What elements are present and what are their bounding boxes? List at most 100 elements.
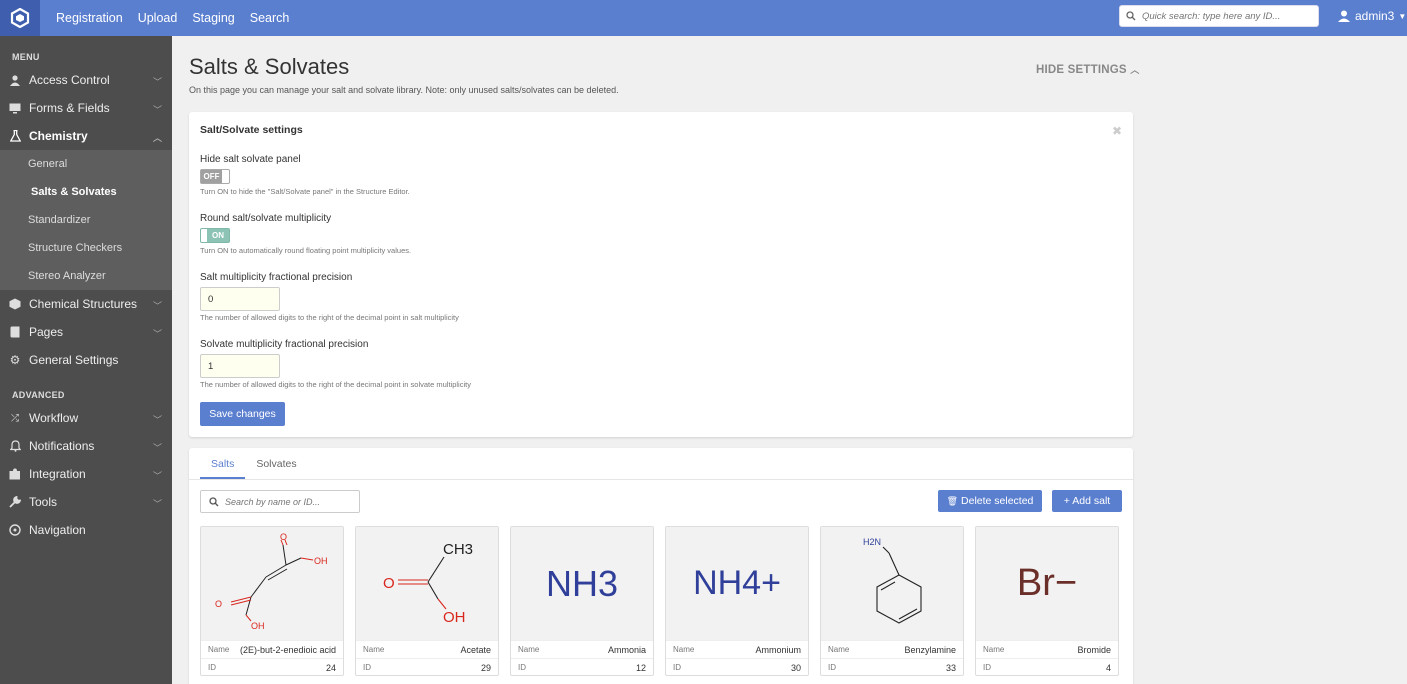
salt-precision-label: Salt multiplicity fractional precision: [200, 272, 353, 283]
cube-icon: [9, 298, 21, 310]
tile-name-row: Name Acetate: [356, 640, 498, 658]
salt-id: 12: [635, 662, 646, 673]
sidebar-item-chemistry[interactable]: Chemistry ︿: [0, 122, 172, 150]
chevron-up-icon: ︿: [152, 133, 162, 143]
search-icon: [1126, 11, 1136, 21]
salt-tile[interactable]: H2N Name Benzylamine ID 33: [820, 526, 964, 676]
sidebar-item-label: Notifications: [29, 439, 95, 453]
library-search-input[interactable]: [225, 496, 355, 507]
round-toggle[interactable]: ON: [200, 228, 230, 243]
user-menu[interactable]: admin3 ▼: [1338, 0, 1406, 32]
salt-id: 29: [480, 662, 491, 673]
name-label: Name: [518, 645, 540, 654]
sidebar-subitem-salts-solvates[interactable]: Salts & Solvates: [0, 178, 172, 206]
hide-panel-toggle[interactable]: OFF: [200, 169, 230, 184]
sidebar-item-tools[interactable]: Tools ﹀: [0, 488, 172, 516]
round-help: Turn ON to automatically round floating …: [200, 246, 412, 255]
close-icon[interactable]: ✖: [1112, 124, 1122, 138]
id-label: ID: [673, 663, 681, 672]
sidebar-item-chemical-structures[interactable]: Chemical Structures ﹀: [0, 290, 172, 318]
chevron-down-icon: ﹀: [152, 499, 162, 509]
monitor-icon: [9, 102, 21, 114]
hide-settings-label: HIDE SETTINGS: [1036, 64, 1127, 76]
delete-selected-button[interactable]: 🗑 Delete selected: [938, 490, 1042, 512]
sidebar-subitem-stereo-analyzer[interactable]: Stereo Analyzer: [0, 262, 172, 290]
library-card: Salts Solvates 🗑 Delete selected + Add s…: [189, 448, 1133, 684]
sidebar-item-navigation[interactable]: Navigation: [0, 516, 172, 544]
tile-id-row: ID 24: [201, 658, 343, 676]
toggle-state: OFF: [201, 170, 222, 183]
logo-icon: [10, 8, 30, 28]
sidebar-item-label: Tools: [29, 495, 58, 509]
structure-image: NH4+: [666, 527, 808, 640]
sidebar-item-label: Forms & Fields: [29, 101, 110, 115]
structure-image: Br−: [976, 527, 1118, 640]
nav-registration[interactable]: Registration: [56, 11, 123, 25]
salt-precision-input[interactable]: [200, 287, 280, 311]
id-label: ID: [983, 663, 991, 672]
salt-name: Ammonia: [607, 644, 646, 655]
benzylamine-nh2: H2N: [863, 537, 881, 547]
tab-solvates[interactable]: Solvates: [245, 448, 307, 479]
nav-search[interactable]: Search: [250, 11, 290, 25]
salt-name: Ammonium: [755, 644, 801, 655]
sidebar-subitem-general[interactable]: General: [0, 150, 172, 178]
sidebar-item-pages[interactable]: Pages ﹀: [0, 318, 172, 346]
sidebar-subitem-structure-checkers[interactable]: Structure Checkers: [0, 234, 172, 262]
nav-upload[interactable]: Upload: [138, 11, 178, 25]
tile-name-row: Name Benzylamine: [821, 640, 963, 658]
chevron-down-icon: ﹀: [152, 415, 162, 425]
menu-heading: MENU: [12, 52, 40, 62]
tile-id-row: ID 33: [821, 658, 963, 676]
sidebar-item-general-settings[interactable]: ⚙ General Settings: [0, 346, 172, 374]
salt-tile[interactable]: CH3 O OH Name Acetate ID 29: [355, 526, 499, 676]
sidebar-item-label: Chemical Structures: [29, 297, 138, 311]
tab-salts[interactable]: Salts: [200, 448, 246, 479]
tabs-divider: [189, 479, 1133, 480]
tile-name-row: Name (2E)-but-2-enedioic acid: [201, 640, 343, 658]
round-label: Round salt/solvate multiplicity: [200, 213, 332, 224]
sidebar-item-label: Chemistry: [29, 129, 88, 143]
search-icon: [209, 496, 219, 506]
salt-name: Benzylamine: [904, 644, 956, 655]
quick-search-input[interactable]: [1142, 10, 1302, 22]
salt-tile[interactable]: NH4+ Name Ammonium ID 30: [665, 526, 809, 676]
chevron-down-icon: ﹀: [152, 471, 162, 481]
sidebar-item-workflow[interactable]: ⤮ Workflow ﹀: [0, 404, 172, 432]
users-icon: [9, 74, 21, 86]
add-salt-button[interactable]: + Add salt: [1052, 490, 1122, 512]
settings-title: Salt/Solvate settings: [200, 124, 303, 136]
save-changes-button[interactable]: Save changes: [200, 402, 285, 426]
sidebar-item-integration[interactable]: Integration ﹀: [0, 460, 172, 488]
app-logo[interactable]: [0, 0, 40, 36]
compass-icon: [9, 524, 21, 536]
acetate-o: O: [383, 575, 395, 592]
sidebar-subitem-standardizer[interactable]: Standardizer: [0, 206, 172, 234]
tile-name-row: Name Ammonia: [511, 640, 653, 658]
library-search[interactable]: [200, 490, 360, 513]
sidebar-item-forms-fields[interactable]: Forms & Fields ﹀: [0, 94, 172, 122]
salt-tile[interactable]: NH3 Name Ammonia ID 12: [510, 526, 654, 676]
name-label: Name: [208, 645, 230, 654]
sidebar-item-access-control[interactable]: Access Control ﹀: [0, 66, 172, 94]
hide-settings-toggle[interactable]: HIDE SETTINGS ︿: [1036, 63, 1139, 76]
chemistry-submenu: General Salts & Solvates Standardizer St…: [0, 150, 172, 290]
acetate-ch3: CH3: [443, 541, 473, 558]
salt-tile[interactable]: O OH O OH Name (2E)-but-2-enedioic acid …: [200, 526, 344, 676]
quick-search[interactable]: [1119, 5, 1319, 27]
nav-staging[interactable]: Staging: [192, 11, 234, 25]
salt-tile[interactable]: Br− Name Bromide ID 4: [975, 526, 1119, 676]
toggle-state: ON: [207, 229, 229, 242]
tile-name-row: Name Ammonium: [666, 640, 808, 658]
chevron-down-icon: ﹀: [152, 329, 162, 339]
chevron-up-icon: ︿: [1130, 65, 1140, 75]
caret-down-icon: ▼: [1398, 11, 1407, 21]
pages-icon: [9, 326, 21, 338]
sidebar-item-label: Pages: [29, 325, 64, 339]
top-nav: Registration Upload Staging Search: [56, 0, 304, 36]
fumaric-o-bottom: O: [215, 599, 222, 609]
structure-image: CH3 O OH: [356, 527, 498, 640]
sidebar-item-notifications[interactable]: Notifications ﹀: [0, 432, 172, 460]
user-icon: [1338, 10, 1350, 22]
solvate-precision-input[interactable]: [200, 354, 280, 378]
